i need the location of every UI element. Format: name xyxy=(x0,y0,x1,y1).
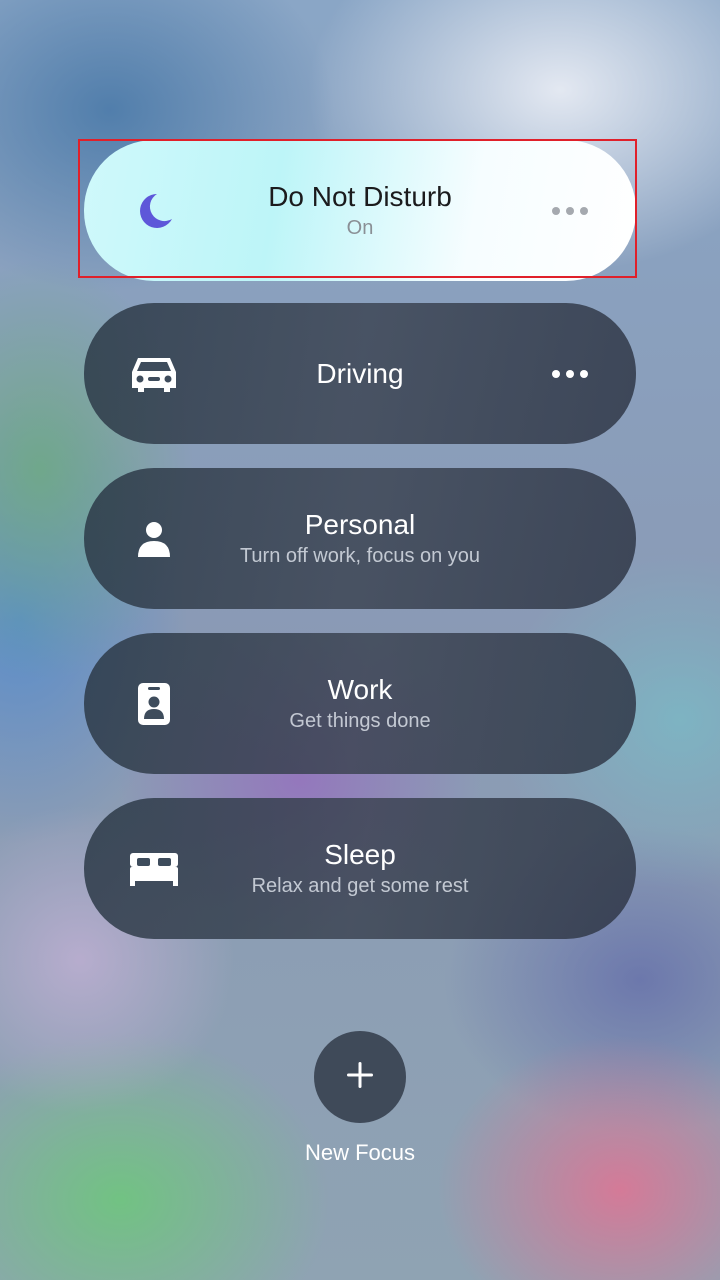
focus-title: Sleep xyxy=(324,838,396,870)
focus-subtitle: Get things done xyxy=(289,709,431,732)
more-options-button[interactable] xyxy=(552,206,588,215)
focus-status: On xyxy=(346,216,374,239)
new-focus-label: New Focus xyxy=(304,1140,416,1165)
focus-card-sleep[interactable]: Sleep Relax and get some rest xyxy=(84,798,636,939)
focus-card-personal[interactable]: Personal Turn off work, focus on you xyxy=(84,468,636,609)
focus-subtitle: Relax and get some rest xyxy=(251,874,469,897)
new-focus-button[interactable] xyxy=(314,1031,406,1123)
ellipsis-icon xyxy=(552,206,560,215)
focus-card-work[interactable]: Work Get things done xyxy=(84,633,636,774)
focus-card-driving[interactable]: Driving xyxy=(84,303,636,444)
focus-subtitle: Turn off work, focus on you xyxy=(239,544,481,567)
focus-card-text: Sleep Relax and get some rest xyxy=(84,839,636,899)
focus-title: Personal xyxy=(304,508,416,540)
more-options-button[interactable] xyxy=(552,369,588,378)
ellipsis-icon xyxy=(552,369,560,378)
focus-card-do-not-disturb[interactable]: Do Not Disturb On xyxy=(84,140,636,281)
plus-icon xyxy=(345,1060,375,1095)
focus-title: Work xyxy=(327,673,393,705)
focus-card-text: Personal Turn off work, focus on you xyxy=(84,509,636,569)
focus-card-text: Work Get things done xyxy=(84,674,636,734)
